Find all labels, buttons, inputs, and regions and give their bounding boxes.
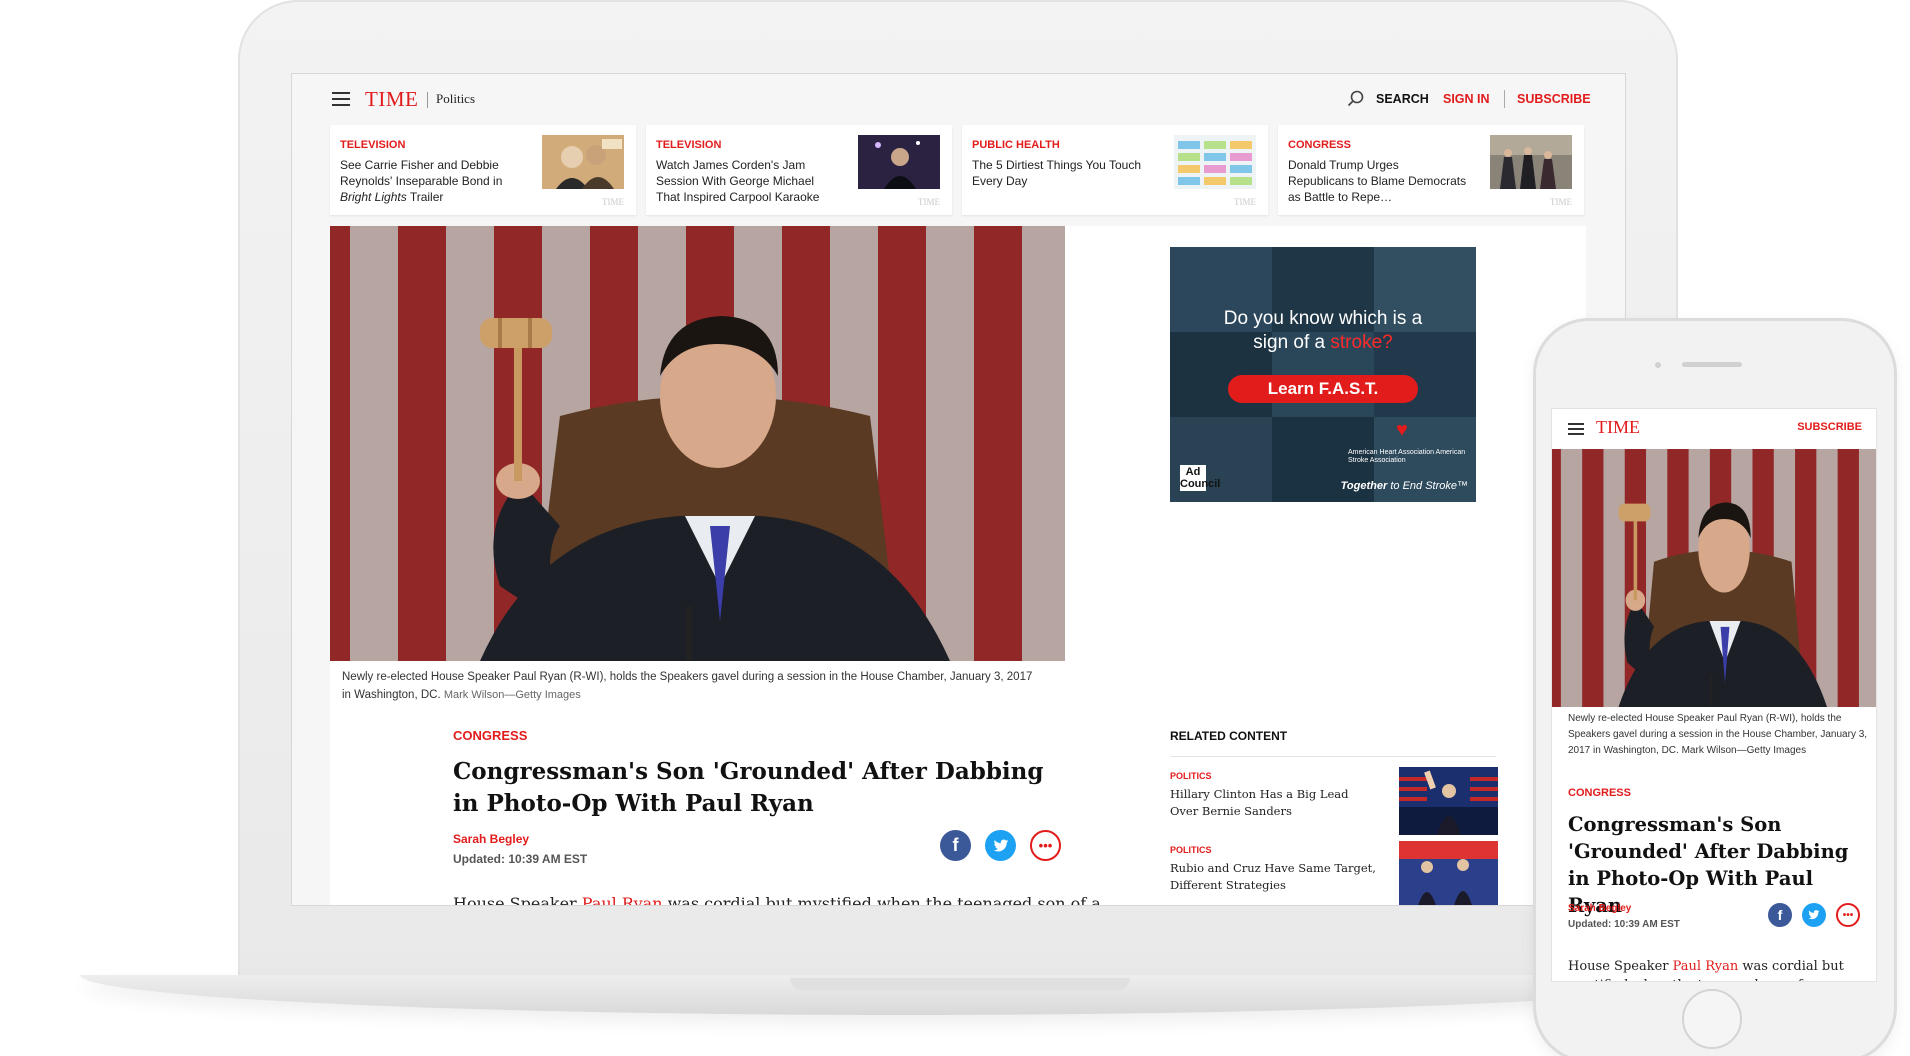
photo-credit: Mark Wilson—Getty Images [1681,745,1807,756]
time-watermark: TIME [602,197,624,207]
hero-photo[interactable] [1552,449,1877,707]
promo-title[interactable]: The 5 Dirtiest Things You Touch Every Da… [972,157,1152,189]
nav-divider [1504,90,1505,108]
ad-council-logo: Ad Council [1180,465,1221,491]
subscribe-link[interactable]: SUBSCRIBE [1797,421,1862,433]
article-kicker[interactable]: CONGRESS [453,728,527,743]
facebook-icon[interactable]: f [940,830,971,861]
phone-camera [1655,362,1661,368]
more-icon[interactable]: ••• [1030,830,1061,861]
desktop-screen: TIME Politics SEARCH SIGN IN SUBSCRIBE T… [291,73,1626,906]
author-link[interactable]: Sarah Begley [1568,903,1631,914]
ad-question: sign of a stroke? [1253,332,1393,353]
learn-fast-button[interactable]: Learn F.A.S.T. [1228,375,1418,403]
photo-caption: Newly re-elected House Speaker Paul Ryan… [1568,713,1868,756]
promo-title[interactable]: Watch James Corden's Jam Session With Ge… [656,157,836,205]
heart-torch-icon: ♥ [1396,419,1408,441]
ad-tagline: Together to End Stroke™ [1340,480,1468,492]
subscribe-link[interactable]: SUBSCRIBE [1517,92,1591,106]
promo-kicker: TELEVISION [340,139,406,151]
time-logo[interactable]: TIME [365,87,418,112]
phone-speaker [1682,362,1742,367]
promo-card[interactable]: TELEVISION See Carrie Fisher and Debbie … [330,125,636,215]
time-watermark: TIME [1234,197,1256,207]
section-label[interactable]: Politics [436,91,475,107]
promo-title[interactable]: See Carrie Fisher and Debbie Reynolds' I… [340,157,520,205]
paul-ryan-link[interactable]: Paul Ryan [1673,959,1739,974]
article-body: House Speaker Paul Ryan was cordial but … [1568,959,1846,981]
photo-caption: Newly re-elected House Speaker Paul Ryan… [342,671,1033,701]
promo-thumbnail[interactable] [542,135,624,189]
updated-timestamp: Updated: 10:39 AM EST [1568,919,1680,930]
stroke-ad[interactable]: Do you know which is a sign of a stroke?… [1170,247,1476,502]
promo-card[interactable]: TELEVISION Watch James Corden's Jam Sess… [646,125,952,215]
promo-thumbnail[interactable] [1490,135,1572,189]
paul-ryan-link[interactable]: Paul Ryan [582,894,663,905]
promo-thumbnail[interactable] [858,135,940,189]
promo-kicker: TELEVISION [656,139,722,151]
search-icon[interactable] [1347,90,1364,107]
divider [1170,756,1496,757]
laptop-notch [790,978,1130,990]
related-item[interactable]: POLITICS Rubio and Cruz Have Same Target… [1170,841,1500,905]
time-watermark: TIME [918,197,940,207]
top-nav: TIME Politics SEARCH SIGN IN SUBSCRIBE [292,74,1625,124]
device-mockup-stage: TIME Politics SEARCH SIGN IN SUBSCRIBE T… [0,0,1910,1056]
sign-in-link[interactable]: SIGN IN [1443,92,1490,106]
photo-credit: Mark Wilson—Getty Images [443,689,581,701]
related-thumbnail[interactable] [1399,841,1498,906]
article-card: Newly re-elected House Speaker Paul Ryan… [330,226,1586,905]
updated-timestamp: Updated: 10:39 AM EST [453,852,588,866]
article-kicker[interactable]: CONGRESS [1568,787,1631,799]
time-watermark: TIME [1550,197,1572,207]
author-link[interactable]: Sarah Begley [453,832,529,846]
twitter-icon[interactable] [985,830,1016,861]
article-body: House Speaker Paul Ryan was cordial but … [453,894,1101,905]
related-title[interactable]: Rubio and Cruz Have Same Target, Differe… [1170,860,1380,894]
facebook-icon[interactable]: f [1768,903,1792,927]
related-item[interactable]: POLITICS Hillary Clinton Has a Big Lead … [1170,767,1500,835]
hamburger-icon[interactable] [1568,423,1584,435]
related-title[interactable]: Hillary Clinton Has a Big Lead Over Bern… [1170,786,1380,820]
ad-question: Do you know which is a [1223,308,1423,329]
home-button[interactable] [1682,989,1742,1049]
search-button[interactable]: SEARCH [1376,92,1429,106]
time-logo[interactable]: TIME [1596,417,1640,438]
promo-card[interactable]: CONGRESS Donald Trump Urges Republicans … [1278,125,1584,215]
nav-divider [427,92,428,108]
twitter-icon[interactable] [1802,903,1826,927]
related-content-heading: RELATED CONTENT [1170,729,1288,743]
promo-card[interactable]: PUBLIC HEALTH The 5 Dirtiest Things You … [962,125,1268,215]
related-thumbnail[interactable] [1399,767,1498,835]
promo-kicker: CONGRESS [1288,139,1351,151]
aha-logo-text: American Heart Association American Stro… [1348,449,1466,464]
promo-kicker: PUBLIC HEALTH [972,139,1060,151]
promo-title[interactable]: Donald Trump Urges Republicans to Blame … [1288,157,1468,205]
mobile-screen: TIME SUBSCRIBE Newly re-elected House Sp [1551,408,1877,982]
promo-thumbnail[interactable] [1174,135,1256,189]
article-headline: Congressman's Son 'Grounded' After Dabbi… [453,758,1044,817]
hamburger-icon[interactable] [332,92,350,106]
hero-photo[interactable] [330,226,1065,661]
more-icon[interactable]: ••• [1836,903,1860,927]
